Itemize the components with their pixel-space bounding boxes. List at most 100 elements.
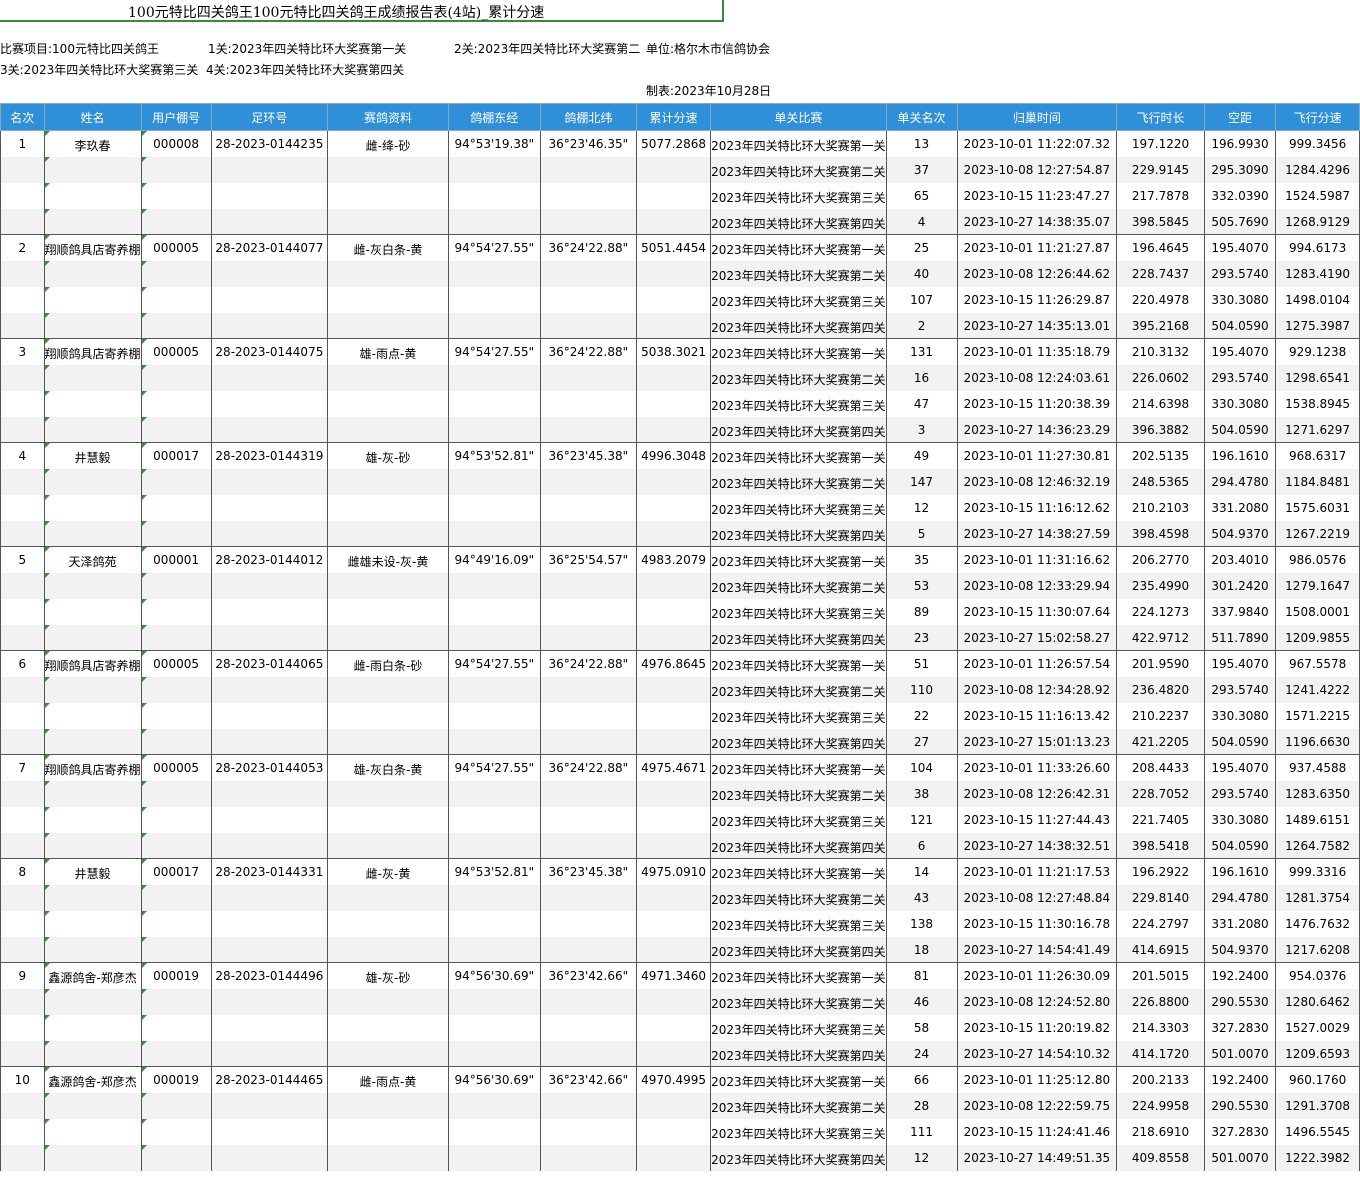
distance-cell[interactable]: 330.3080 — [1203, 702, 1277, 729]
name-cell[interactable] — [43, 884, 142, 911]
speed-cell[interactable]: 1283.6350 — [1275, 780, 1360, 807]
latitude-cell[interactable] — [539, 1092, 637, 1119]
rank-cell[interactable]: 7 — [0, 754, 45, 781]
arrival-time-cell[interactable]: 2023-10-08 12:33:29.94 — [956, 572, 1118, 599]
longitude-cell[interactable] — [447, 494, 541, 521]
pigeon-info-cell[interactable] — [327, 1092, 449, 1119]
pigeon-info-cell[interactable] — [327, 1014, 449, 1041]
arrival-time-cell[interactable]: 2023-10-08 12:26:44.62 — [956, 260, 1118, 287]
rank-cell[interactable] — [0, 312, 45, 339]
distance-cell[interactable]: 192.2400 — [1203, 1066, 1277, 1093]
speed-cell[interactable]: 1291.3708 — [1275, 1092, 1360, 1119]
speed-cell[interactable]: 1281.3754 — [1275, 884, 1360, 911]
latitude-cell[interactable] — [539, 1014, 637, 1041]
longitude-cell[interactable] — [447, 780, 541, 807]
rank-cell[interactable] — [0, 468, 45, 495]
race-cell[interactable]: 2023年四关特比环大奖赛第三关 — [710, 494, 887, 521]
longitude-cell[interactable]: 94°49'16.09" — [447, 546, 541, 573]
race-cell[interactable]: 2023年四关特比环大奖赛第二关 — [710, 572, 887, 599]
latitude-cell[interactable] — [539, 286, 637, 313]
rank-cell[interactable] — [0, 572, 45, 599]
speed-cell[interactable]: 1298.6541 — [1275, 364, 1360, 391]
duration-cell[interactable]: 228.7052 — [1116, 780, 1205, 807]
rank-cell[interactable] — [0, 988, 45, 1015]
ring-cell[interactable] — [210, 494, 329, 521]
loft-cell[interactable] — [140, 624, 212, 651]
race-place-cell[interactable]: 38 — [885, 780, 958, 807]
distance-cell[interactable]: 195.4070 — [1203, 650, 1277, 677]
ring-cell[interactable] — [210, 156, 329, 183]
name-cell[interactable] — [43, 728, 142, 755]
race-place-cell[interactable]: 28 — [885, 1092, 958, 1119]
latitude-cell[interactable] — [539, 1118, 637, 1145]
ring-cell[interactable]: 28-2023-0144235 — [210, 130, 329, 157]
ring-cell[interactable] — [210, 832, 329, 859]
pigeon-info-cell[interactable] — [327, 364, 449, 391]
distance-cell[interactable]: 293.5740 — [1203, 260, 1277, 287]
longitude-cell[interactable] — [447, 1118, 541, 1145]
race-place-cell[interactable]: 16 — [885, 364, 958, 391]
arrival-time-cell[interactable]: 2023-10-15 11:26:29.87 — [956, 286, 1118, 313]
longitude-cell[interactable]: 94°56'30.69" — [447, 962, 541, 989]
total-speed-cell[interactable] — [635, 364, 712, 391]
rank-cell[interactable] — [0, 182, 45, 209]
race-place-cell[interactable]: 12 — [885, 1144, 958, 1171]
duration-cell[interactable]: 226.0602 — [1116, 364, 1205, 391]
rank-cell[interactable]: 4 — [0, 442, 45, 469]
speed-cell[interactable]: 1241.4222 — [1275, 676, 1360, 703]
distance-cell[interactable]: 327.2830 — [1203, 1118, 1277, 1145]
longitude-cell[interactable] — [447, 468, 541, 495]
ring-cell[interactable] — [210, 806, 329, 833]
speed-cell[interactable]: 1284.4296 — [1275, 156, 1360, 183]
duration-cell[interactable]: 200.2133 — [1116, 1066, 1205, 1093]
arrival-time-cell[interactable]: 2023-10-27 14:36:23.29 — [956, 416, 1118, 443]
latitude-cell[interactable]: 36°24'22.88" — [539, 754, 637, 781]
col-loft[interactable]: 用户棚号 — [140, 103, 212, 131]
name-cell[interactable] — [43, 572, 142, 599]
latitude-cell[interactable] — [539, 936, 637, 963]
duration-cell[interactable]: 224.9958 — [1116, 1092, 1205, 1119]
loft-cell[interactable]: 000008 — [140, 130, 212, 157]
race-place-cell[interactable]: 147 — [885, 468, 958, 495]
race-place-cell[interactable]: 14 — [885, 858, 958, 885]
rank-cell[interactable] — [0, 286, 45, 313]
race-cell[interactable]: 2023年四关特比环大奖赛第一关 — [710, 754, 887, 781]
distance-cell[interactable]: 332.0390 — [1203, 182, 1277, 209]
race-place-cell[interactable]: 27 — [885, 728, 958, 755]
race-place-cell[interactable]: 4 — [885, 208, 958, 235]
ring-cell[interactable]: 28-2023-0144331 — [210, 858, 329, 885]
distance-cell[interactable]: 504.0590 — [1203, 312, 1277, 339]
distance-cell[interactable]: 203.4010 — [1203, 546, 1277, 573]
race-place-cell[interactable]: 22 — [885, 702, 958, 729]
distance-cell[interactable]: 293.5740 — [1203, 676, 1277, 703]
longitude-cell[interactable] — [447, 806, 541, 833]
speed-cell[interactable]: 1279.1647 — [1275, 572, 1360, 599]
duration-cell[interactable]: 210.2237 — [1116, 702, 1205, 729]
ring-cell[interactable]: 28-2023-0144465 — [210, 1066, 329, 1093]
name-cell[interactable] — [43, 364, 142, 391]
latitude-cell[interactable] — [539, 208, 637, 235]
ring-cell[interactable] — [210, 910, 329, 937]
longitude-cell[interactable] — [447, 286, 541, 313]
race-cell[interactable]: 2023年四关特比环大奖赛第一关 — [710, 962, 887, 989]
loft-cell[interactable]: 000005 — [140, 650, 212, 677]
total-speed-cell[interactable] — [635, 390, 712, 417]
total-speed-cell[interactable] — [635, 1144, 712, 1171]
race-place-cell[interactable]: 110 — [885, 676, 958, 703]
race-cell[interactable]: 2023年四关特比环大奖赛第三关 — [710, 286, 887, 313]
duration-cell[interactable]: 248.5365 — [1116, 468, 1205, 495]
race-cell[interactable]: 2023年四关特比环大奖赛第一关 — [710, 1066, 887, 1093]
race-place-cell[interactable]: 18 — [885, 936, 958, 963]
pigeon-info-cell[interactable] — [327, 156, 449, 183]
rank-cell[interactable] — [0, 1040, 45, 1067]
speed-cell[interactable]: 1489.6151 — [1275, 806, 1360, 833]
pigeon-info-cell[interactable]: 雌-雨点-黄 — [327, 1066, 449, 1093]
duration-cell[interactable]: 235.4990 — [1116, 572, 1205, 599]
race-cell[interactable]: 2023年四关特比环大奖赛第四关 — [710, 624, 887, 651]
name-cell[interactable] — [43, 676, 142, 703]
loft-cell[interactable]: 000005 — [140, 234, 212, 261]
col-arrival-time[interactable]: 归巢时间 — [956, 103, 1118, 131]
arrival-time-cell[interactable]: 2023-10-27 14:38:35.07 — [956, 208, 1118, 235]
total-speed-cell[interactable] — [635, 416, 712, 443]
latitude-cell[interactable]: 36°23'46.35" — [539, 130, 637, 157]
